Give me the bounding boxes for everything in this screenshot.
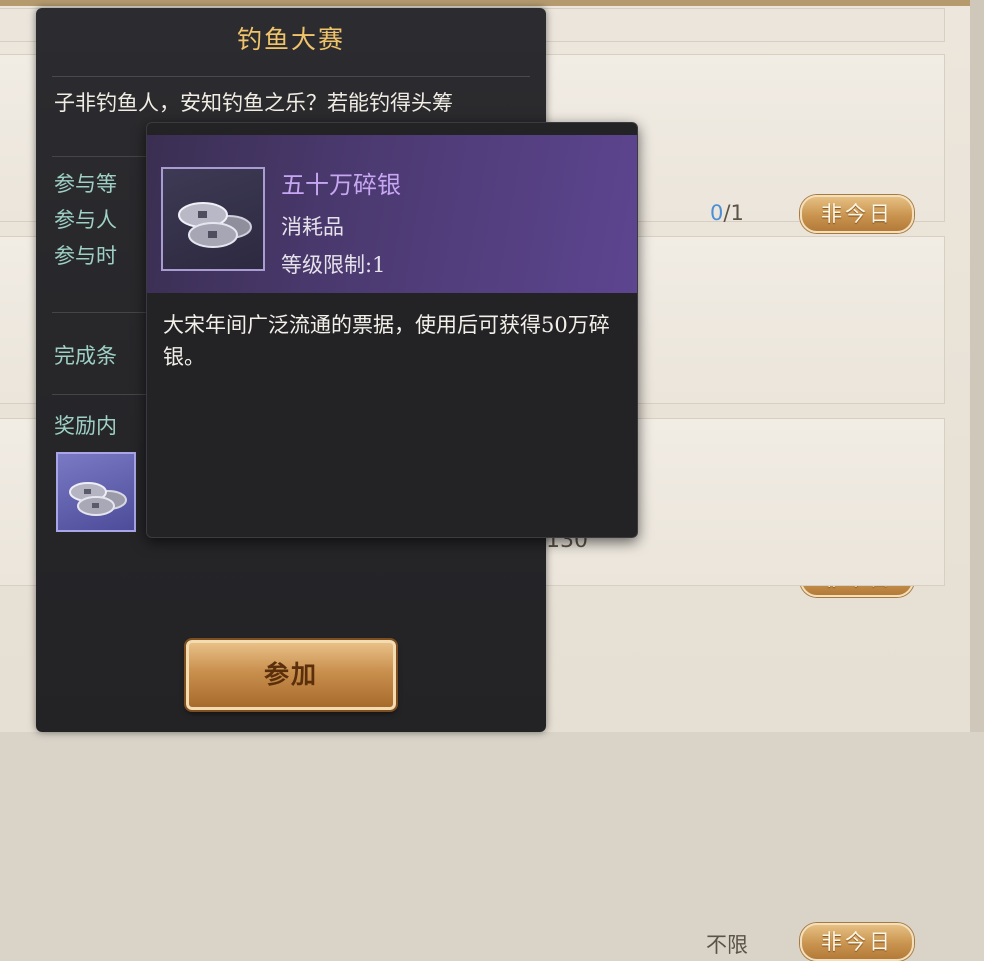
silver-coins-icon xyxy=(178,202,252,248)
item-name: 五十万碎银 xyxy=(281,171,401,199)
silver-coins-icon xyxy=(69,482,127,516)
dialog-title: 钓鱼大赛 xyxy=(236,25,345,54)
info-people-label: 参与人 xyxy=(54,208,117,232)
panel-edge xyxy=(970,0,984,732)
completion-label: 完成条 xyxy=(54,344,117,368)
task-progress: 0/1 xyxy=(710,201,744,225)
item-level-requirement: 等级限制:1 xyxy=(281,253,386,277)
tooltip-header: 五十万碎银 消耗品 等级限制:1 xyxy=(147,135,637,293)
divider xyxy=(52,76,530,77)
reward-item-slot[interactable] xyxy=(56,452,136,532)
item-icon-frame xyxy=(161,167,265,271)
info-time-label: 参与时 xyxy=(54,244,117,268)
not-today-badge[interactable]: 非今日 xyxy=(800,923,914,961)
item-type: 消耗品 xyxy=(281,215,344,239)
join-button[interactable]: 参加 xyxy=(186,640,396,710)
item-description: 大宋年间广泛流通的票据，使用后可获得50万碎银。 xyxy=(163,313,610,369)
info-level-label: 参与等 xyxy=(54,172,117,196)
event-description: 子非钓鱼人，安知钓鱼之乐？若能钓得头筹 xyxy=(54,91,453,115)
item-tooltip: 五十万碎银 消耗品 等级限制:1 大宋年间广泛流通的票据，使用后可获得50万碎银… xyxy=(146,122,638,538)
task-limit: 不限 xyxy=(706,933,748,957)
not-today-badge[interactable]: 非今日 xyxy=(800,195,914,233)
reward-label: 奖励内 xyxy=(54,414,117,438)
